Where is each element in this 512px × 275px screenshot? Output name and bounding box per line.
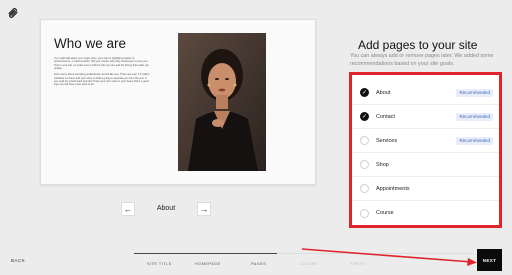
- step-pages: PAGES: [251, 262, 267, 266]
- checkbox-checked[interactable]: ✓: [360, 112, 369, 121]
- page-option-label: Shop: [376, 161, 389, 168]
- preview-body-text: You might talk about your origin story, …: [54, 57, 151, 89]
- page-option-appointments[interactable]: Appointments: [352, 177, 499, 201]
- checkbox-unchecked[interactable]: [360, 136, 369, 145]
- current-preview-page: About: [156, 205, 176, 212]
- previous-page-button[interactable]: ←: [121, 202, 135, 216]
- page-option-label: Appointments: [376, 185, 410, 192]
- panel-title: Add pages to your site: [358, 38, 478, 52]
- next-button[interactable]: NEXT: [477, 249, 502, 271]
- checkbox-unchecked[interactable]: [360, 160, 369, 169]
- page-preview: Who we are You might talk about your ori…: [40, 19, 316, 185]
- next-page-button[interactable]: →: [197, 202, 211, 216]
- preview-paragraph: You might talk about your origin story, …: [54, 57, 150, 71]
- step-fonts: FONTS: [350, 262, 366, 266]
- step-site-title: SITE TITLE: [147, 262, 172, 266]
- checkbox-checked[interactable]: ✓: [360, 88, 369, 97]
- page-option-contact[interactable]: ✓ Contact Recommended: [352, 105, 499, 129]
- panel-subtitle: You can always add or remove pages later…: [350, 53, 494, 67]
- page-options-list: ✓ About Recommended ✓ Contact Recommende…: [349, 72, 502, 228]
- onboarding-screen: Who we are You might talk about your ori…: [0, 0, 512, 275]
- page-option-services[interactable]: Services Recommended: [352, 129, 499, 153]
- page-option-shop[interactable]: Shop: [352, 153, 499, 177]
- page-option-label: Course: [376, 210, 394, 216]
- page-option-label: About: [376, 89, 391, 96]
- recommended-badge: Recommended: [456, 112, 493, 121]
- checkmark-icon: ✓: [361, 113, 368, 120]
- checkbox-unchecked[interactable]: [360, 208, 369, 218]
- page-option-about[interactable]: ✓ About Recommended: [352, 81, 499, 105]
- preview-paragraph: Don't worry about sounding professional.…: [54, 73, 150, 87]
- arrow-left-icon: ←: [123, 203, 133, 214]
- progress-fill: [134, 253, 277, 254]
- page-option-course[interactable]: Course: [352, 201, 499, 225]
- checkmark-icon: ✓: [361, 89, 368, 96]
- preview-title: Who we are: [54, 36, 127, 51]
- checkbox-unchecked[interactable]: [360, 184, 369, 193]
- page-option-label: Contact: [376, 113, 395, 120]
- step-colors: COLORS: [299, 262, 319, 266]
- page-option-label: Services: [376, 137, 398, 144]
- recommended-badge: Recommended: [456, 136, 493, 145]
- squarespace-logo-icon[interactable]: [6, 6, 20, 20]
- step-homepage: HOMEPAGE: [195, 262, 221, 266]
- recommended-badge: Recommended: [456, 88, 493, 97]
- back-button[interactable]: BACK: [11, 258, 25, 263]
- arrow-right-icon: →: [199, 203, 209, 214]
- portrait-photo: [178, 33, 266, 171]
